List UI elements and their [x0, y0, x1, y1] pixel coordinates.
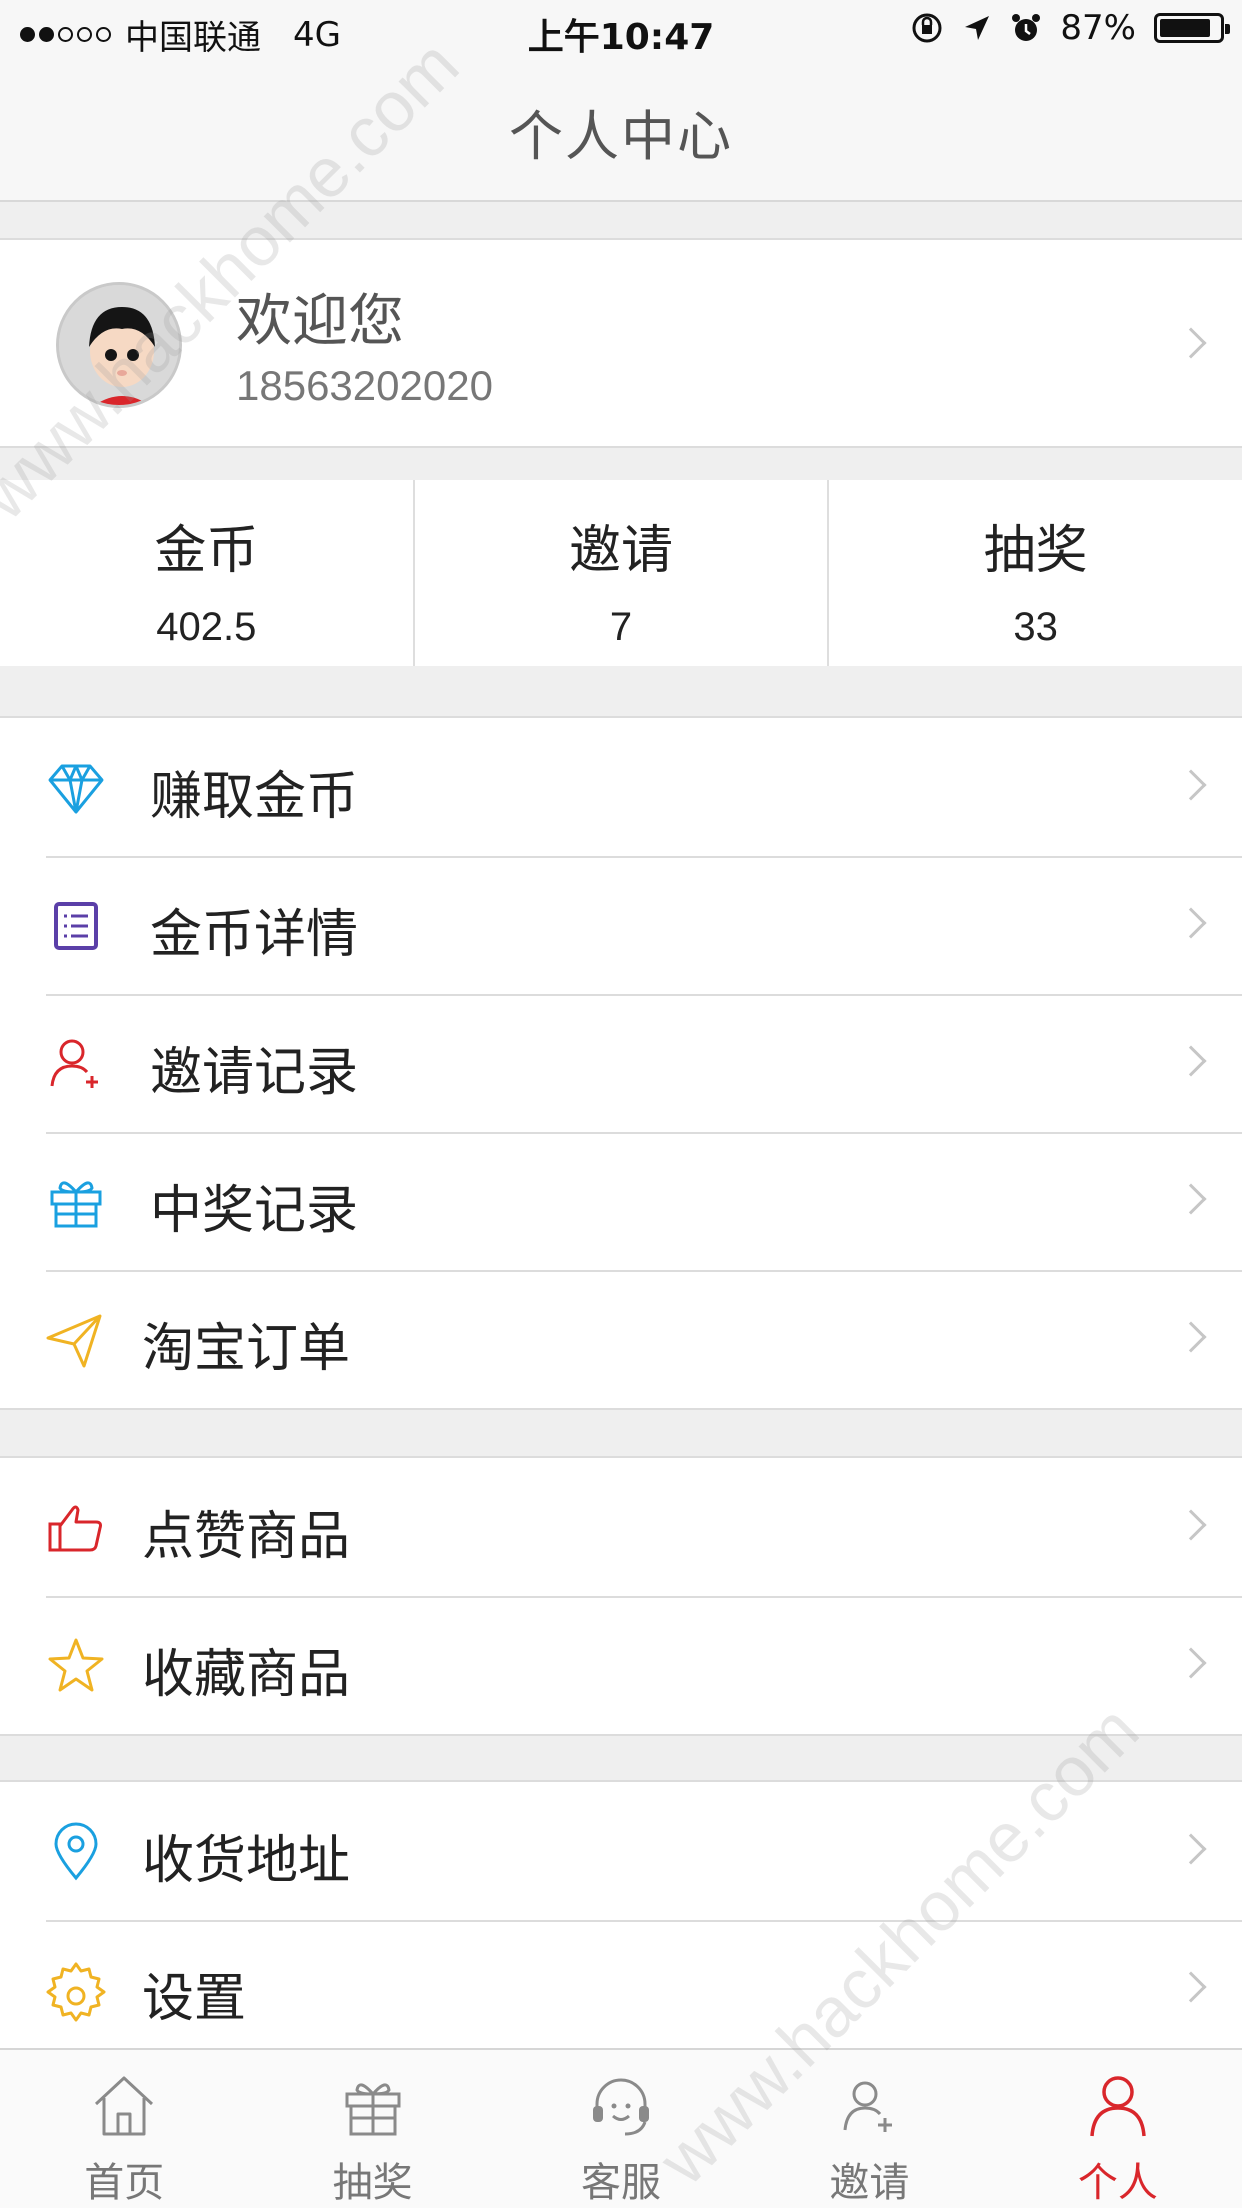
menu-group-settings: 收货地址 设置 [0, 1780, 1242, 2060]
headset-icon [593, 2078, 650, 2136]
list-icon [54, 902, 98, 950]
add-user-icon [50, 1039, 98, 1088]
tab-label: 邀请 [829, 2160, 910, 2206]
menu-item-label: 收货地址 [142, 1831, 351, 1891]
status-bar: 中国联通 4G 上午10:47 87% [0, 0, 1242, 62]
chevron-right-icon [1175, 907, 1207, 939]
chevron-right-icon [1175, 1647, 1207, 1679]
add-user-icon [843, 2081, 893, 2132]
menu-group-account: 赚取金币 金币详情 邀请记录 中奖记录 淘宝订单 [0, 716, 1242, 1410]
location-arrow-icon [965, 16, 990, 40]
stat-value: 33 [1013, 605, 1058, 649]
avatar[interactable] [56, 282, 182, 408]
navigation-bar: 个人中心 [0, 62, 1242, 202]
chevron-right-icon [1175, 1045, 1207, 1077]
tab-label: 个人 [1077, 2160, 1158, 2206]
home-icon [95, 2076, 154, 2136]
stats-panel: 金币 402.5 邀请 7 抽奖 33 [0, 480, 1242, 666]
tab-label: 首页 [84, 2160, 165, 2206]
page-title: 个人中心 [509, 104, 733, 168]
tab-profile[interactable]: 个人 [994, 2050, 1242, 2208]
stat-label: 邀请 [569, 521, 674, 581]
menu-item-invite-records[interactable]: 邀请记录 [0, 994, 1242, 1132]
profile-card[interactable]: 欢迎您 18563202020 [0, 238, 1242, 448]
location-pin-icon [54, 1822, 98, 1881]
menu-item-label: 点赞商品 [142, 1507, 351, 1567]
tab-bar: 首页 抽奖 客服 邀请 个人 [0, 2048, 1242, 2208]
tab-home[interactable]: 首页 [0, 2050, 248, 2208]
gear-icon [46, 1962, 106, 2022]
menu-item-label: 赚取金币 [150, 767, 359, 827]
thumbs-up-icon [48, 1505, 102, 1552]
stat-lottery[interactable]: 抽奖 33 [827, 480, 1242, 666]
battery-icon [1154, 13, 1230, 43]
menu-item-label: 中奖记录 [150, 1181, 359, 1241]
menu-item-settings[interactable]: 设置 [0, 1920, 1242, 2058]
chevron-right-icon [1175, 327, 1207, 359]
tab-label: 抽奖 [332, 2160, 413, 2206]
chevron-right-icon [1175, 1833, 1207, 1865]
star-icon [48, 1638, 104, 1692]
menu-item-favorite-products[interactable]: 收藏商品 [0, 1596, 1242, 1734]
person-icon [1090, 2076, 1146, 2137]
menu-item-label: 设置 [142, 1969, 247, 2029]
tab-label: 客服 [581, 2160, 662, 2206]
chevron-right-icon [1175, 1971, 1207, 2003]
menu-item-prize-records[interactable]: 中奖记录 [0, 1132, 1242, 1270]
battery-percent: 87% [1060, 8, 1136, 48]
menu-item-label: 邀请记录 [150, 1043, 359, 1103]
phone-number: 18563202020 [236, 362, 493, 409]
chevron-right-icon [1175, 769, 1207, 801]
menu-item-label: 金币详情 [150, 905, 359, 965]
avatar-image [59, 285, 179, 405]
menu-item-label: 淘宝订单 [142, 1319, 351, 1379]
chevron-right-icon [1175, 1183, 1207, 1215]
chevron-right-icon [1175, 1321, 1207, 1353]
stat-label: 金币 [154, 521, 259, 581]
chevron-right-icon [1175, 1509, 1207, 1541]
tab-invite[interactable]: 邀请 [745, 2050, 993, 2208]
tab-customer-service[interactable]: 客服 [497, 2050, 745, 2208]
welcome-text: 欢迎您 [236, 289, 404, 354]
gift-icon [50, 1181, 102, 1228]
stat-invites[interactable]: 邀请 7 [412, 480, 828, 666]
menu-item-label: 收藏商品 [142, 1645, 351, 1705]
menu-item-coin-details[interactable]: 金币详情 [0, 856, 1242, 994]
stat-coins[interactable]: 金币 402.5 [0, 480, 413, 666]
orientation-lock-icon [912, 13, 942, 43]
stat-value: 7 [609, 605, 633, 649]
menu-item-earn-coins[interactable]: 赚取金币 [0, 718, 1242, 856]
stat-value: 402.5 [156, 605, 257, 649]
gift-icon [345, 2083, 401, 2136]
menu-item-taobao-orders[interactable]: 淘宝订单 [0, 1270, 1242, 1408]
menu-group-products: 点赞商品 收藏商品 [0, 1456, 1242, 1736]
stat-label: 抽奖 [983, 521, 1088, 581]
paper-plane-icon [46, 1314, 102, 1368]
diamond-icon [48, 764, 104, 814]
menu-item-shipping-address[interactable]: 收货地址 [0, 1782, 1242, 1920]
alarm-icon [1012, 14, 1041, 41]
tab-lottery[interactable]: 抽奖 [248, 2050, 496, 2208]
menu-item-liked-products[interactable]: 点赞商品 [0, 1458, 1242, 1596]
